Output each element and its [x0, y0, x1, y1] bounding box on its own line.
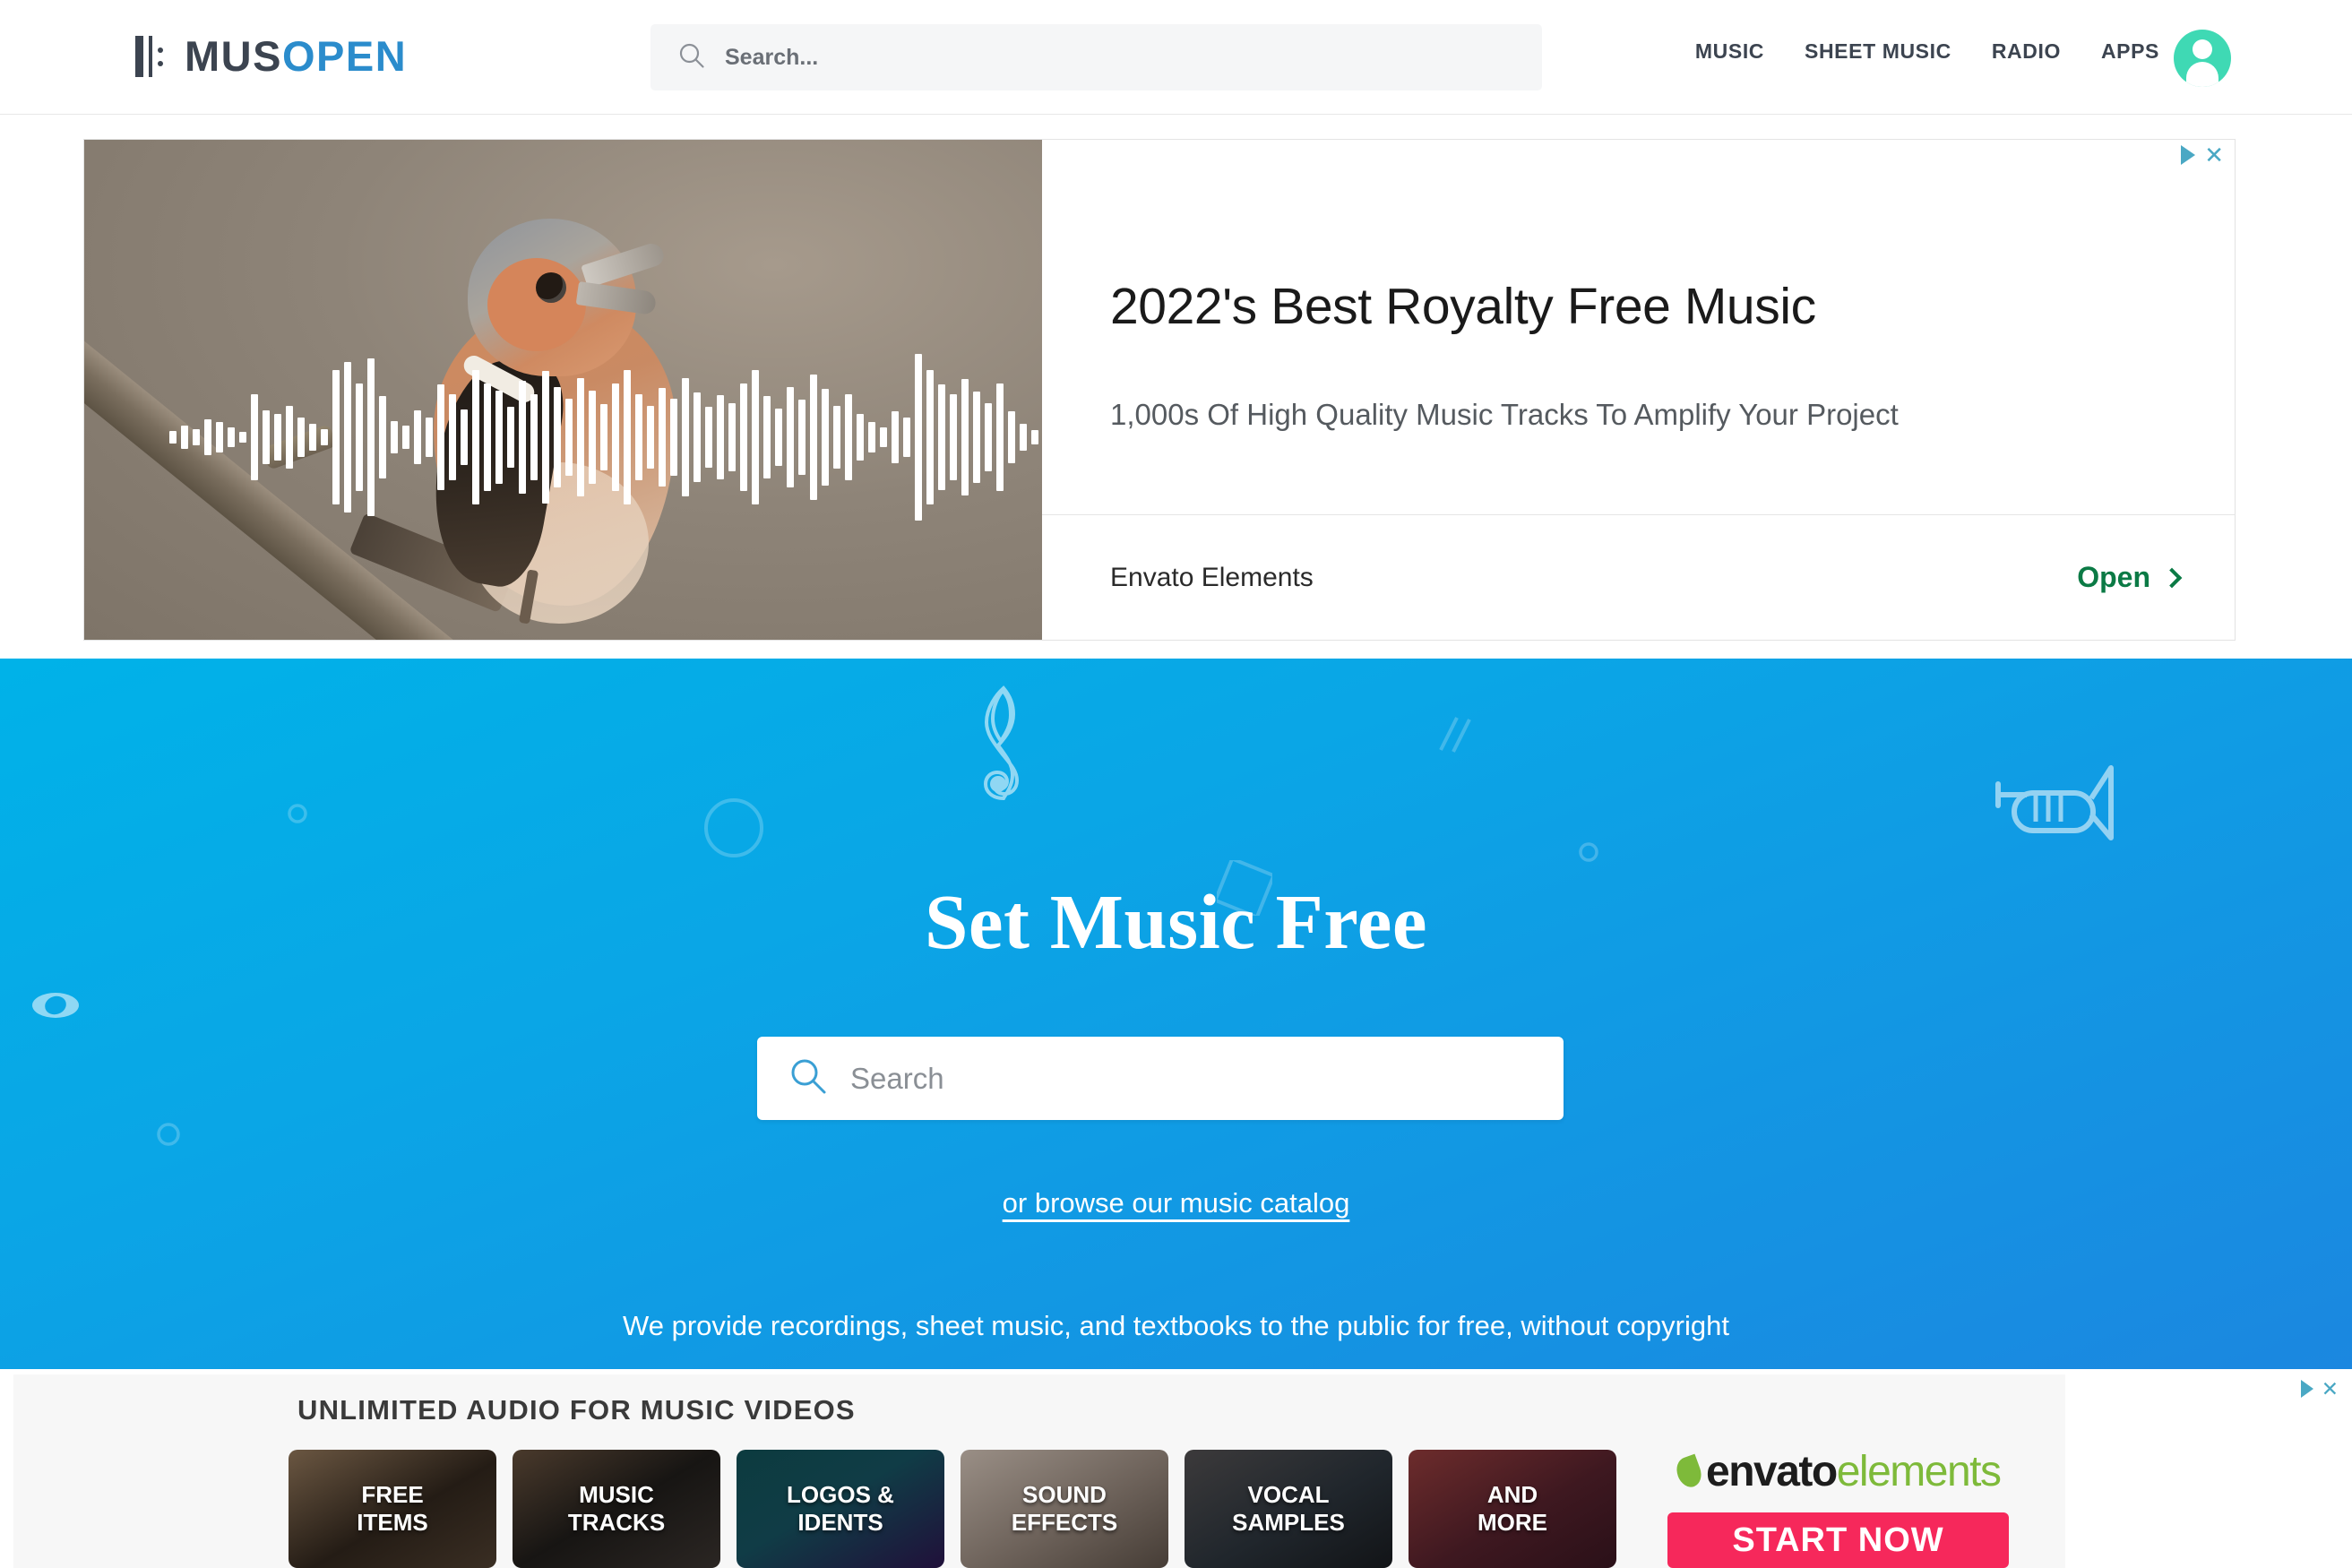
primary-navigation: MUSIC SHEET MUSIC RADIO APPS [1695, 39, 2159, 64]
browse-catalog-link[interactable]: or browse our music catalog [0, 1187, 2352, 1219]
repeat-sign-mark-icon [133, 36, 172, 77]
ad-image-chaffinch [84, 140, 1042, 640]
whole-note-icon [30, 990, 81, 1021]
bottom-adchoices-control[interactable]: ✕ [2300, 1379, 2339, 1400]
leaf-icon [1672, 1453, 1706, 1490]
circle-outline [288, 804, 307, 823]
tile-line2: MORE [1478, 1509, 1547, 1536]
tile-free-items[interactable]: FREE ITEMS [289, 1450, 496, 1568]
adchoices-triangle-icon[interactable] [2300, 1380, 2313, 1398]
close-icon[interactable]: ✕ [2204, 143, 2224, 167]
hero-tagline: We provide recordings, sheet music, and … [623, 1310, 1729, 1341]
ad-subheadline: 1,000s Of High Quality Music Tracks To A… [1110, 397, 1899, 431]
browse-catalog-label: or browse our music catalog [1002, 1187, 1350, 1219]
tile-line1: MUSIC [579, 1481, 654, 1509]
circle-outline [1579, 842, 1598, 862]
nav-item-sheet-music[interactable]: SHEET MUSIC [1805, 39, 1951, 64]
top-advertisement[interactable]: ✕ 2022's Best Royalty Free Music 1,000s … [83, 139, 2236, 641]
tile-line2: EFFECTS [1011, 1509, 1118, 1536]
ad-headline: 2022's Best Royalty Free Music [1110, 278, 1816, 335]
header-search-placeholder: Search... [725, 44, 819, 70]
tile-line2: SAMPLES [1232, 1509, 1345, 1536]
start-now-button[interactable]: START NOW [1667, 1512, 2009, 1568]
search-icon [678, 42, 705, 73]
nav-item-apps[interactable]: APPS [2101, 39, 2159, 64]
tile-line2: IDENTS [797, 1509, 883, 1536]
search-icon [789, 1057, 827, 1099]
circle-outline [157, 1123, 180, 1146]
nav-item-music[interactable]: MUSIC [1695, 39, 1764, 64]
tile-sound-effects[interactable]: SOUND EFFECTS [961, 1450, 1168, 1568]
ad-advertiser-name: Envato Elements [1110, 562, 1314, 592]
brand-elements: elements [1836, 1448, 2002, 1495]
tile-line1: FREE [361, 1481, 424, 1509]
header-search-field[interactable]: Search... [650, 24, 1542, 90]
hero-search-field[interactable]: Search [757, 1037, 1564, 1120]
logo-text-open: OPEN [281, 32, 408, 80]
logo-text-mus: MUS [185, 32, 282, 80]
chevron-right-icon [2161, 567, 2183, 588]
audio-waveform-icon [169, 303, 1038, 572]
tile-line1: LOGOS & [787, 1481, 894, 1509]
site-logo[interactable]: MUSOPEN [133, 30, 407, 82]
hero-search-placeholder: Search [850, 1061, 944, 1095]
tile-and-more[interactable]: AND MORE [1409, 1450, 1616, 1568]
bottom-ad-title: UNLIMITED AUDIO FOR MUSIC VIDEOS [297, 1394, 856, 1426]
tile-line2: TRACKS [567, 1509, 666, 1536]
tile-line1: SOUND [1022, 1481, 1107, 1509]
envato-elements-logo: envato elements [1672, 1447, 2002, 1496]
hero-section: mf [0, 659, 2352, 1369]
adchoices-control[interactable]: ✕ [2181, 143, 2224, 167]
nav-item-radio[interactable]: RADIO [1992, 39, 2061, 64]
trumpet-icon [1991, 759, 2116, 844]
treble-clef-icon [972, 684, 1035, 805]
brand-envato: envato [1706, 1448, 1838, 1495]
tile-line1: AND [1486, 1481, 1538, 1509]
adchoices-triangle-icon[interactable] [2181, 145, 2196, 165]
tile-line2: ITEMS [357, 1509, 428, 1536]
ad-open-button[interactable]: Open [2077, 561, 2183, 594]
tile-logos-idents[interactable]: LOGOS & IDENTS [737, 1450, 944, 1568]
tile-music-tracks[interactable]: MUSIC TRACKS [513, 1450, 720, 1568]
circle-outline [703, 797, 764, 858]
close-icon[interactable]: ✕ [2322, 1379, 2339, 1400]
hero-title: Set Music Free [924, 878, 1428, 965]
tile-line1: VOCAL [1247, 1481, 1330, 1509]
slash-marks-icon [1434, 712, 1475, 757]
tile-vocal-samples[interactable]: VOCAL SAMPLES [1185, 1450, 1392, 1568]
bottom-ad-tiles: FREE ITEMS MUSIC TRACKS LOGOS & IDENTS SOUN… [289, 1450, 1616, 1568]
ad-open-label: Open [2077, 561, 2150, 593]
user-avatar-icon[interactable] [2174, 30, 2231, 87]
site-header: MUSOPEN Search... MUSIC SHEET MUSIC RADI… [0, 0, 2352, 115]
